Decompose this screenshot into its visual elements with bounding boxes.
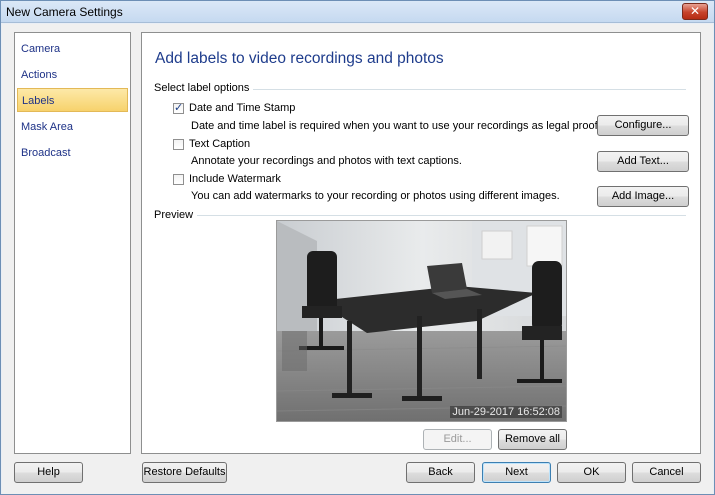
page-title: Add labels to video recordings and photo…: [155, 50, 444, 67]
add-image-button[interactable]: Add Image...: [597, 186, 689, 207]
preview-label: Preview: [154, 209, 198, 221]
back-button[interactable]: Back: [406, 462, 475, 483]
sidebar-item-camera[interactable]: Camera: [17, 37, 128, 61]
labels-panel: Add labels to video recordings and photo…: [141, 32, 701, 454]
sidebar-item-mask-area[interactable]: Mask Area: [17, 115, 128, 139]
title-bar[interactable]: New Camera Settings ✕: [1, 1, 714, 23]
configure-button[interactable]: Configure...: [597, 115, 689, 136]
window-title: New Camera Settings: [6, 5, 123, 19]
add-text-button[interactable]: Add Text...: [597, 151, 689, 172]
dialog-body: Camera Actions Labels Mask Area Broadcas…: [2, 24, 713, 494]
date-time-checkbox[interactable]: [173, 101, 184, 114]
text-caption-checkbox[interactable]: [173, 139, 184, 150]
preview-divider: [154, 215, 686, 216]
settings-nav: Camera Actions Labels Mask Area Broadcas…: [14, 32, 131, 454]
restore-defaults-button[interactable]: Restore Defaults: [142, 462, 227, 483]
date-time-description: Date and time label is required when you…: [191, 120, 601, 132]
edit-button[interactable]: Edit...: [423, 429, 492, 450]
watermark-description: You can add watermarks to your recording…: [191, 190, 560, 202]
sidebar-item-broadcast[interactable]: Broadcast: [17, 141, 128, 165]
ok-button[interactable]: OK: [557, 462, 626, 483]
watermark-checkbox[interactable]: [173, 174, 184, 185]
dialog-window: New Camera Settings ✕ Camera Actions Lab…: [0, 0, 715, 495]
text-caption-label[interactable]: Text Caption: [189, 138, 250, 150]
remove-all-button[interactable]: Remove all: [498, 429, 567, 450]
close-icon: ✕: [689, 4, 701, 18]
date-time-label[interactable]: Date and Time Stamp: [189, 102, 295, 114]
help-button[interactable]: Help: [14, 462, 83, 483]
sidebar-item-labels[interactable]: Labels: [17, 88, 128, 112]
sidebar-item-actions[interactable]: Actions: [17, 63, 128, 87]
close-button[interactable]: ✕: [682, 3, 708, 20]
preview-image: Jun-29-2017 16:52:08: [276, 220, 567, 422]
watermark-label[interactable]: Include Watermark: [189, 173, 281, 185]
cancel-button[interactable]: Cancel: [632, 462, 701, 483]
preview-timestamp: Jun-29-2017 16:52:08: [450, 406, 562, 418]
next-button[interactable]: Next: [482, 462, 551, 483]
office-photo: [277, 221, 566, 421]
options-group-label: Select label options: [154, 82, 254, 94]
text-caption-description: Annotate your recordings and photos with…: [191, 155, 462, 167]
